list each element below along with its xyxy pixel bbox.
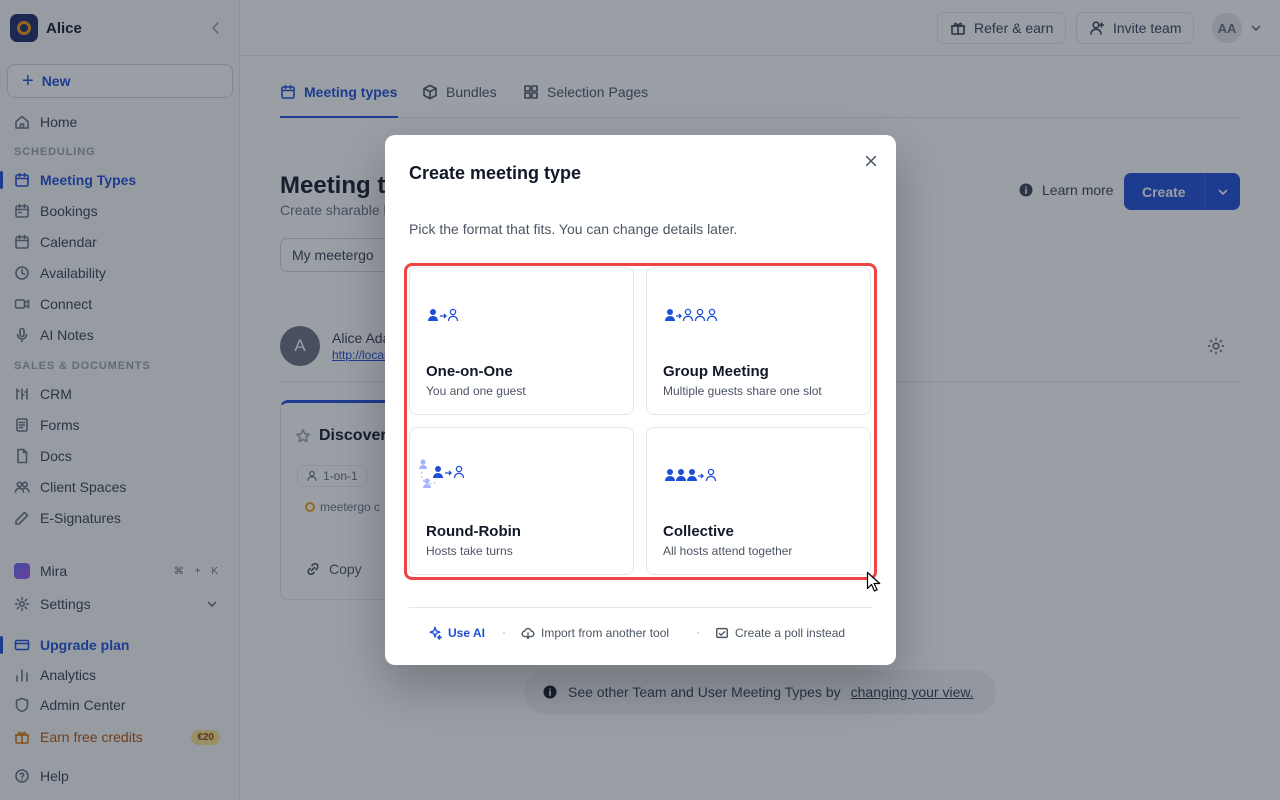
modal-subtitle: Pick the format that fits. You can chang… (409, 221, 738, 237)
close-icon[interactable] (861, 151, 881, 171)
poll-icon (715, 626, 729, 640)
modal-title: Create meeting type (409, 163, 582, 183)
mouse-cursor-icon (866, 571, 881, 592)
cloud-download-icon (521, 626, 535, 640)
create-meeting-type-modal: Create meeting type Pick the format that… (385, 135, 896, 665)
collective-icon (663, 464, 723, 488)
option-collective[interactable]: Collective All hosts attend together (646, 427, 871, 575)
import-tool-button[interactable]: Import from another tool (521, 626, 669, 640)
group-icon (663, 304, 723, 328)
modal-footer-divider (409, 607, 872, 608)
round-robin-icon (416, 456, 480, 492)
sparkle-icon (428, 626, 442, 640)
option-group-meeting[interactable]: Group Meeting Multiple guests share one … (646, 267, 871, 415)
option-one-on-one[interactable]: One-on-One You and one guest (409, 267, 634, 415)
one-to-one-icon (426, 304, 462, 328)
use-ai-button[interactable]: Use AI (428, 626, 485, 640)
create-poll-button[interactable]: Create a poll instead (715, 626, 845, 640)
option-round-robin[interactable]: Round-Robin Hosts take turns (409, 427, 634, 575)
